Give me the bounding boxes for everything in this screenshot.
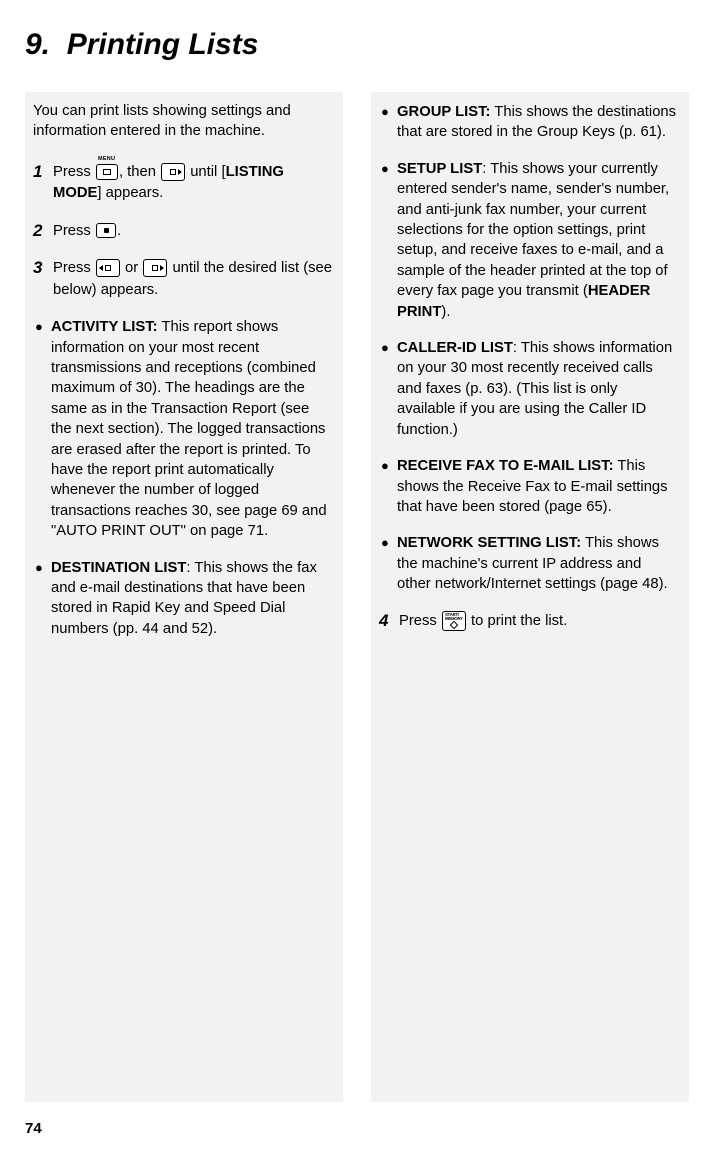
step-4: 4 Press START/MEMORY to print the list. — [379, 611, 681, 632]
chapter-number: 9. — [25, 28, 50, 61]
step-3: 3 Press or until the desired list (see b… — [33, 258, 335, 301]
step-body: Press MENU, then until [LISTING MODE] ap… — [53, 162, 335, 205]
chapter-title: 9. Printing Lists — [25, 28, 689, 62]
start-memory-key-icon: START/MEMORY — [442, 611, 466, 631]
bullet-icon: ● — [381, 533, 397, 594]
bullet-icon: ● — [35, 558, 51, 640]
chapter-name: Printing Lists — [67, 28, 259, 61]
bullet-activity-list: ● ACTIVITY LIST: This report shows infor… — [33, 317, 335, 541]
step-number: 2 — [33, 221, 53, 242]
bullet-icon: ● — [35, 317, 51, 541]
step-number: 3 — [33, 258, 53, 301]
menu-key-icon: MENU — [96, 164, 118, 180]
bullet-icon: ● — [381, 159, 397, 322]
step-number: 4 — [379, 611, 399, 632]
page-number: 74 — [25, 1120, 42, 1137]
right-arrow-key-icon — [161, 163, 185, 181]
bullet-icon: ● — [381, 456, 397, 517]
left-arrow-key-icon — [96, 259, 120, 277]
bullet-group-list: ● GROUP LIST: This shows the destination… — [379, 102, 681, 143]
intro-text: You can print lists showing settings and… — [33, 102, 335, 142]
step-1: 1 Press MENU, then until [LISTING MODE] … — [33, 162, 335, 205]
content-columns: You can print lists showing settings and… — [25, 92, 689, 1102]
step-body: Press or until the desired list (see bel… — [53, 258, 335, 301]
bullet-destination-list: ● DESTINATION LIST: This shows the fax a… — [33, 558, 335, 640]
bullet-receive-fax-list: ● RECEIVE FAX TO E-MAIL LIST: This shows… — [379, 456, 681, 517]
step-number: 1 — [33, 162, 53, 205]
bullet-icon: ● — [381, 338, 397, 440]
right-arrow-key-icon — [143, 259, 167, 277]
left-column: You can print lists showing settings and… — [25, 92, 343, 1102]
bullet-network-list: ● NETWORK SETTING LIST: This shows the m… — [379, 533, 681, 594]
enter-key-icon — [96, 223, 116, 238]
right-column: ● GROUP LIST: This shows the destination… — [371, 92, 689, 1102]
step-body: Press START/MEMORY to print the list. — [399, 611, 567, 632]
bullet-setup-list: ● SETUP LIST: This shows your currently … — [379, 159, 681, 322]
bullet-icon: ● — [381, 102, 397, 143]
step-body: Press . — [53, 221, 121, 242]
bullet-caller-id-list: ● CALLER-ID LIST: This shows information… — [379, 338, 681, 440]
step-2: 2 Press . — [33, 221, 335, 242]
